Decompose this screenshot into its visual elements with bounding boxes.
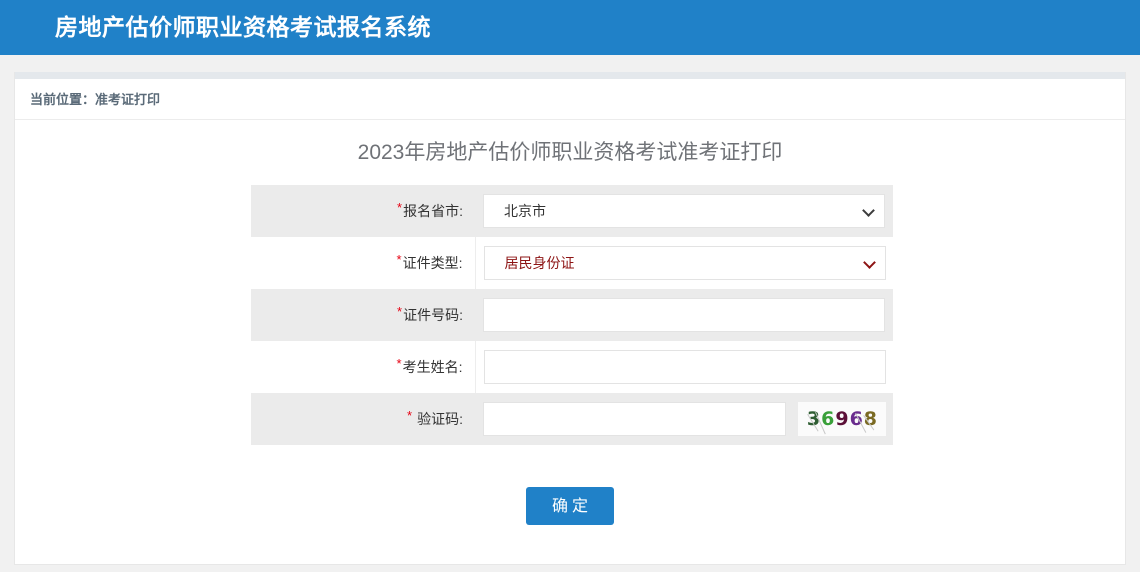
- chevron-down-icon: [863, 256, 876, 269]
- label-text: 验证码:: [417, 411, 463, 427]
- required-asterisk: *: [407, 408, 412, 423]
- label-text: 证件号码:: [403, 307, 463, 323]
- required-asterisk: *: [397, 304, 402, 319]
- field-label-candidate-name: *考生姓名:: [251, 341, 475, 393]
- required-asterisk: *: [397, 200, 402, 215]
- field-label-province: *报名省市:: [251, 185, 475, 237]
- required-asterisk: *: [397, 356, 402, 371]
- registration-form: *报名省市: 北京市 *证件类型: 居民身份证: [251, 185, 893, 445]
- label-text: 考生姓名:: [403, 359, 463, 375]
- breadcrumb-text: 当前位置：准考证打印: [30, 79, 160, 120]
- page-title: 2023年房地产估价师职业资格考试准考证打印: [15, 136, 1125, 166]
- app-header: 房地产估价师职业资格考试报名系统: [0, 0, 1140, 55]
- table-row: * 验证码: 36968: [251, 393, 893, 445]
- captcha-char: 6: [821, 408, 835, 430]
- breadcrumb: 当前位置：准考证打印: [15, 79, 1125, 120]
- submit-button[interactable]: 确定: [526, 487, 614, 525]
- submit-area: 确定: [15, 487, 1125, 525]
- page-card: 当前位置：准考证打印 2023年房地产估价师职业资格考试准考证打印 *报名省市:…: [14, 72, 1126, 565]
- card-top-strip: [15, 72, 1125, 79]
- label-text: 报名省市:: [403, 203, 463, 219]
- captcha-input[interactable]: [483, 402, 786, 436]
- chevron-down-icon: [862, 204, 875, 217]
- id-type-select-value: 居民身份证: [505, 247, 575, 279]
- field-label-captcha: * 验证码:: [251, 393, 475, 445]
- id-type-select[interactable]: 居民身份证: [484, 246, 886, 280]
- table-row: *证件号码:: [251, 289, 893, 341]
- province-select-value: 北京市: [504, 195, 546, 227]
- app-title: 房地产估价师职业资格考试报名系统: [55, 0, 431, 55]
- table-row: *报名省市: 北京市: [251, 185, 893, 237]
- field-label-id-number: *证件号码:: [251, 289, 475, 341]
- table-row: *证件类型: 居民身份证: [251, 237, 893, 289]
- province-select[interactable]: 北京市: [483, 194, 885, 228]
- label-text: 证件类型:: [403, 255, 463, 271]
- field-label-id-type: *证件类型:: [251, 237, 475, 289]
- id-number-input[interactable]: [483, 298, 885, 332]
- captcha-char: 9: [835, 408, 849, 430]
- table-row: *考生姓名:: [251, 341, 893, 393]
- captcha-image[interactable]: 36968: [798, 402, 886, 436]
- candidate-name-input[interactable]: [484, 350, 886, 384]
- required-asterisk: *: [397, 252, 402, 267]
